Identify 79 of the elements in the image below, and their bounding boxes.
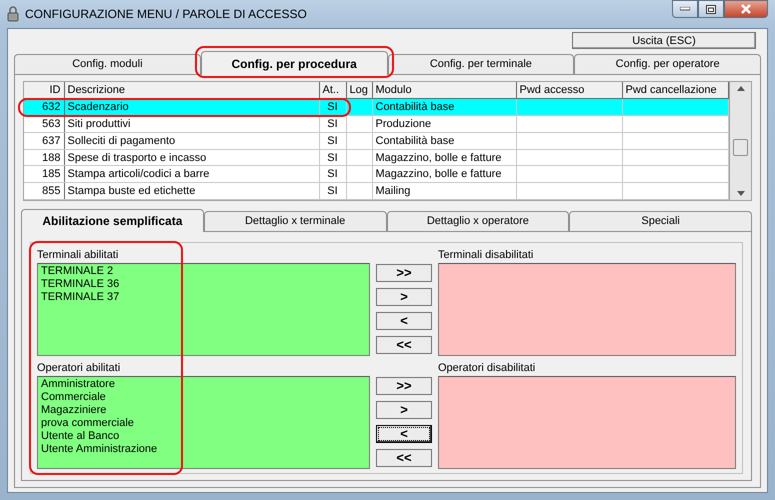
tab[interactable]: Dettaglio x terminale bbox=[204, 211, 386, 231]
table-cell: Spese di trasporto e incasso bbox=[64, 149, 319, 166]
scroll-thumb[interactable] bbox=[733, 139, 748, 156]
table-cell: Contabilità base bbox=[372, 98, 516, 116]
table-cell: 855 bbox=[24, 182, 64, 200]
table-cell: Solleciti di pagamento bbox=[64, 132, 319, 150]
list-box[interactable] bbox=[438, 263, 736, 356]
maximize-icon bbox=[706, 4, 716, 14]
list-label: Terminali abilitati bbox=[37, 248, 120, 263]
close-icon bbox=[740, 4, 752, 14]
list-label: Operatori disabilitati bbox=[438, 361, 536, 376]
list-box[interactable]: Amministratore Commerciale Magazziniere prova commerciale Utente al Banco Utente Amministrazione bbox=[37, 376, 370, 469]
table-cell: Siti produttivi bbox=[64, 116, 319, 132]
column-header[interactable]: Descrizione bbox=[64, 82, 319, 99]
table-cell: SI bbox=[319, 132, 346, 150]
list-label: Operatori abilitati bbox=[37, 361, 122, 376]
list-item[interactable]: Utente Amministrazione bbox=[41, 443, 366, 456]
tab[interactable]: Config. moduli bbox=[14, 54, 201, 74]
minimize-button[interactable] bbox=[672, 0, 698, 18]
list-item[interactable]: Utente al Banco bbox=[41, 430, 366, 443]
list-box[interactable]: TERMINALE 2 TERMINALE 36 TERMINALE 37 bbox=[37, 263, 370, 356]
tab[interactable]: Dettaglio x operatore bbox=[386, 211, 570, 231]
table-row[interactable]: 188 Spese di trasporto e incasso SI Magazzino, bolle e fatture bbox=[24, 149, 729, 166]
move-button[interactable]: < bbox=[376, 312, 432, 330]
table-cell: Magazzino, bolle e fatture bbox=[372, 149, 516, 166]
list-item[interactable]: Commerciale bbox=[41, 391, 366, 404]
tab[interactable]: Config. per terminale bbox=[388, 54, 574, 74]
table-cell: 637 bbox=[24, 132, 64, 150]
column-header[interactable]: Pwd accesso bbox=[516, 82, 622, 99]
column-header[interactable]: Pwd cancellazione bbox=[622, 82, 729, 99]
list-label: Terminali disabilitati bbox=[438, 248, 534, 263]
list-item[interactable]: Magazziniere bbox=[41, 404, 366, 417]
list-item[interactable]: TERMINALE 2 bbox=[41, 265, 366, 278]
table-row[interactable]: 632 Scadenzario SI Contabilità base bbox=[24, 98, 729, 116]
column-header[interactable]: Log bbox=[346, 82, 372, 99]
tab[interactable]: Config. per procedura bbox=[200, 51, 388, 75]
table-cell: SI bbox=[319, 116, 346, 132]
table-cell: Magazzino, bolle e fatture bbox=[372, 166, 516, 183]
move-button[interactable]: >> bbox=[376, 264, 432, 282]
scroll-down-icon[interactable] bbox=[736, 191, 745, 196]
table-cell: 188 bbox=[24, 149, 64, 166]
table-row[interactable]: 855 Stampa buste ed etichette SI Mailing bbox=[24, 182, 729, 200]
list-item[interactable]: TERMINALE 37 bbox=[41, 291, 366, 304]
move-button[interactable]: < bbox=[376, 425, 432, 443]
move-button[interactable]: > bbox=[376, 288, 432, 306]
close-button[interactable] bbox=[724, 0, 768, 18]
table-cell: SI bbox=[319, 182, 346, 200]
table-cell: Produzione bbox=[372, 116, 516, 132]
move-button[interactable]: << bbox=[376, 336, 432, 354]
scrollbar[interactable] bbox=[729, 82, 751, 200]
tab[interactable]: Abilitazione semplificata bbox=[21, 209, 204, 232]
column-header[interactable]: Modulo bbox=[372, 82, 516, 99]
window-title: CONFIGURAZIONE MENU / PAROLE DI ACCESSO bbox=[25, 6, 307, 23]
table-cell: Contabilità base bbox=[372, 132, 516, 150]
maximize-button[interactable] bbox=[698, 0, 724, 18]
lock-icon bbox=[7, 6, 19, 22]
column-header[interactable]: At.. bbox=[319, 82, 346, 99]
list-item[interactable]: prova commerciale bbox=[41, 417, 366, 430]
move-button[interactable]: > bbox=[376, 401, 432, 419]
table-cell: SI bbox=[319, 166, 346, 183]
table-cell: 185 bbox=[24, 166, 64, 183]
table-cell: Mailing bbox=[372, 182, 516, 200]
exit-button[interactable]: Uscita (ESC) bbox=[572, 32, 756, 49]
table-row[interactable]: 563 Siti produttivi SI Produzione bbox=[24, 116, 729, 132]
table-cell: Stampa buste ed etichette bbox=[64, 182, 319, 200]
move-button[interactable]: << bbox=[376, 449, 432, 467]
tab[interactable]: Config. per operatore bbox=[574, 54, 761, 74]
table-row[interactable]: 185 Stampa articoli/codici a barre SI Magazzino, bolle e fatture bbox=[24, 166, 729, 183]
list-item[interactable]: TERMINALE 36 bbox=[41, 278, 366, 291]
scroll-up-icon[interactable] bbox=[736, 86, 745, 91]
move-button[interactable]: >> bbox=[376, 377, 432, 395]
list-box[interactable] bbox=[438, 376, 736, 469]
table-cell: Stampa articoli/codici a barre bbox=[64, 166, 319, 183]
table-row[interactable]: 637 Solleciti di pagamento SI Contabilità base bbox=[24, 132, 729, 150]
column-header[interactable]: ID bbox=[24, 82, 64, 99]
tab[interactable]: Speciali bbox=[569, 211, 752, 231]
list-item[interactable]: Amministratore bbox=[41, 378, 366, 391]
table-cell: SI bbox=[319, 149, 346, 166]
minimize-icon bbox=[680, 7, 690, 11]
